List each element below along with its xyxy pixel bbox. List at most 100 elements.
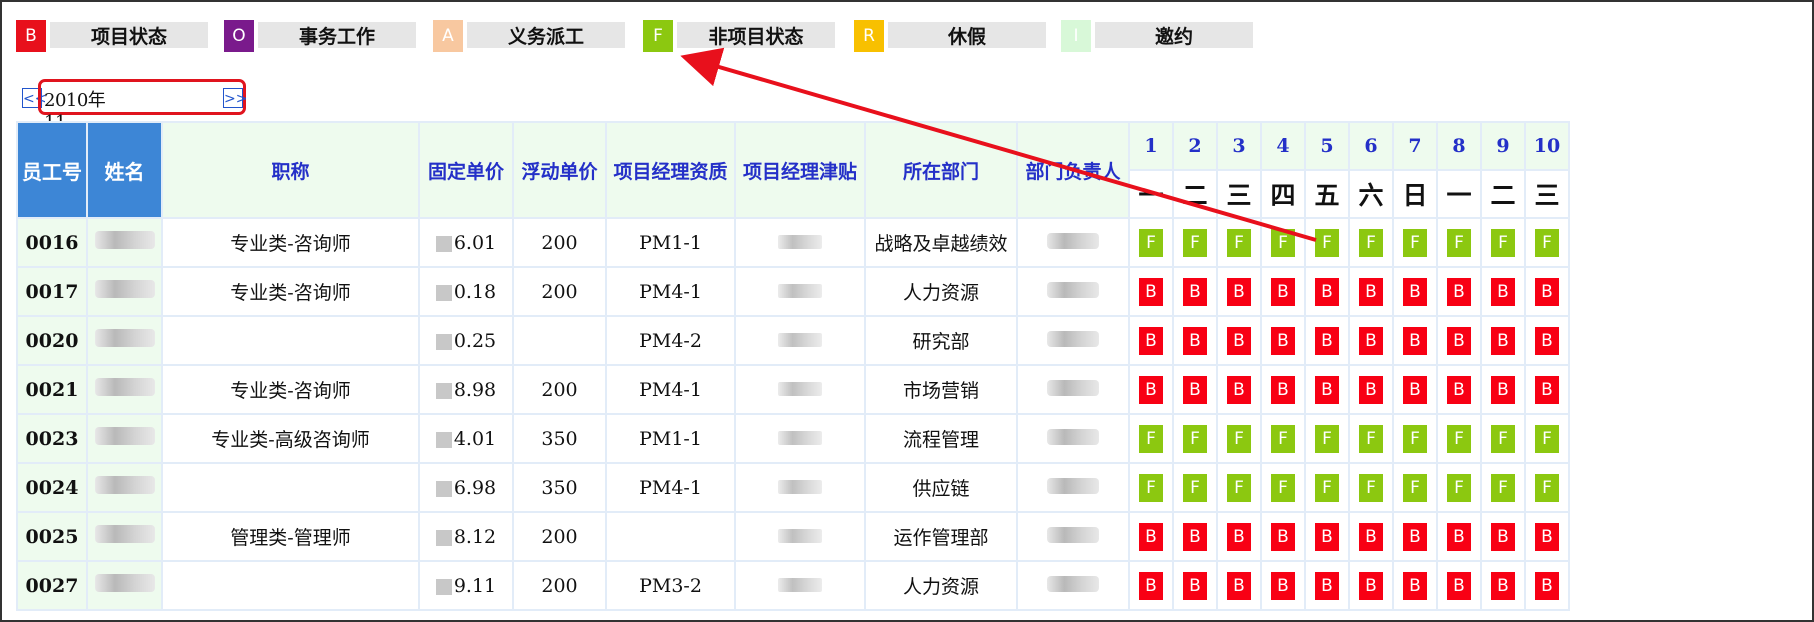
header-dept-head[interactable]: 部门负责人	[1016, 121, 1130, 219]
day-status-cell[interactable]: B	[1348, 511, 1394, 562]
day-status-cell[interactable]: F	[1480, 462, 1526, 513]
status-badge[interactable]: B	[1183, 522, 1207, 551]
day-status-cell[interactable]: F	[1128, 217, 1174, 268]
day-status-cell[interactable]: F	[1260, 462, 1306, 513]
status-badge[interactable]: B	[1535, 571, 1559, 600]
status-badge[interactable]: B	[1359, 522, 1383, 551]
day-status-cell[interactable]: B	[1304, 315, 1350, 366]
status-badge[interactable]: B	[1535, 522, 1559, 551]
day-status-cell[interactable]: F	[1392, 462, 1438, 513]
day-status-cell[interactable]: B	[1524, 266, 1570, 317]
status-badge[interactable]: F	[1403, 228, 1427, 257]
day-status-cell[interactable]: F	[1524, 413, 1570, 464]
day-status-cell[interactable]: B	[1260, 266, 1306, 317]
day-status-cell[interactable]: F	[1480, 217, 1526, 268]
next-month-button[interactable]: >>	[223, 88, 247, 108]
status-badge[interactable]: B	[1139, 277, 1163, 306]
day-status-cell[interactable]: B	[1348, 315, 1394, 366]
day-status-cell[interactable]: B	[1480, 315, 1526, 366]
day-status-cell[interactable]: F	[1128, 413, 1174, 464]
day-status-cell[interactable]: B	[1172, 560, 1218, 611]
status-badge[interactable]: F	[1491, 473, 1515, 502]
status-badge[interactable]: B	[1359, 326, 1383, 355]
status-badge[interactable]: F	[1227, 228, 1251, 257]
status-badge[interactable]: B	[1183, 277, 1207, 306]
status-badge[interactable]: F	[1315, 424, 1339, 453]
status-badge[interactable]: B	[1227, 277, 1251, 306]
day-status-cell[interactable]: F	[1304, 462, 1350, 513]
day-status-cell[interactable]: B	[1436, 364, 1482, 415]
day-status-cell[interactable]: F	[1348, 462, 1394, 513]
status-badge[interactable]: B	[1227, 522, 1251, 551]
status-badge[interactable]: B	[1491, 522, 1515, 551]
table-row[interactable]: 0020 0.25 PM4-2 研究部 B B B B B B B B B B	[16, 315, 1570, 366]
day-status-cell[interactable]: B	[1172, 266, 1218, 317]
status-badge[interactable]: F	[1271, 424, 1295, 453]
status-badge[interactable]: B	[1403, 522, 1427, 551]
day-status-cell[interactable]: B	[1216, 560, 1262, 611]
table-row[interactable]: 0021 专业类-咨询师 8.98 200 PM4-1 市场营销 B B B B B B B B B B	[16, 364, 1570, 415]
status-badge[interactable]: B	[1403, 571, 1427, 600]
status-badge[interactable]: B	[1271, 571, 1295, 600]
status-badge[interactable]: B	[1139, 326, 1163, 355]
day-status-cell[interactable]: B	[1436, 560, 1482, 611]
day-status-cell[interactable]: B	[1216, 266, 1262, 317]
table-row[interactable]: 0016 专业类-咨询师 6.01 200 PM1-1 战略及卓越绩效 F F F F F F F F F F	[16, 217, 1570, 268]
status-badge[interactable]: B	[1447, 326, 1471, 355]
status-badge[interactable]: F	[1315, 228, 1339, 257]
day-status-cell[interactable]: B	[1480, 511, 1526, 562]
day-status-cell[interactable]: F	[1348, 217, 1394, 268]
status-badge[interactable]: F	[1403, 424, 1427, 453]
day-status-cell[interactable]: B	[1436, 315, 1482, 366]
status-badge[interactable]: F	[1447, 473, 1471, 502]
day-status-cell[interactable]: B	[1260, 511, 1306, 562]
status-badge[interactable]: B	[1491, 375, 1515, 404]
status-badge[interactable]: F	[1535, 228, 1559, 257]
status-badge[interactable]: B	[1535, 326, 1559, 355]
table-row[interactable]: 0025 管理类-管理师 8.12 200 运作管理部 B B B B B B B B B B	[16, 511, 1570, 562]
day-status-cell[interactable]: B	[1348, 560, 1394, 611]
day-status-cell[interactable]: F	[1348, 413, 1394, 464]
status-badge[interactable]: B	[1227, 375, 1251, 404]
day-status-cell[interactable]: B	[1436, 266, 1482, 317]
day-status-cell[interactable]: B	[1128, 511, 1174, 562]
day-status-cell[interactable]: F	[1436, 413, 1482, 464]
day-status-cell[interactable]: B	[1128, 315, 1174, 366]
day-status-cell[interactable]: F	[1260, 217, 1306, 268]
status-badge[interactable]: B	[1271, 375, 1295, 404]
status-badge[interactable]: F	[1315, 473, 1339, 502]
header-name[interactable]: 姓名	[86, 121, 163, 219]
day-status-cell[interactable]: B	[1348, 364, 1394, 415]
day-status-cell[interactable]: B	[1216, 364, 1262, 415]
status-badge[interactable]: B	[1271, 522, 1295, 551]
status-badge[interactable]: F	[1491, 424, 1515, 453]
status-badge[interactable]: F	[1183, 228, 1207, 257]
header-pm-qualification[interactable]: 项目经理资质	[605, 121, 736, 219]
status-badge[interactable]: F	[1271, 228, 1295, 257]
day-status-cell[interactable]: B	[1436, 511, 1482, 562]
day-status-cell[interactable]: B	[1392, 315, 1438, 366]
status-badge[interactable]: F	[1227, 473, 1251, 502]
day-status-cell[interactable]: B	[1128, 560, 1174, 611]
status-badge[interactable]: B	[1403, 326, 1427, 355]
status-badge[interactable]: B	[1359, 375, 1383, 404]
status-badge[interactable]: B	[1403, 375, 1427, 404]
status-badge[interactable]: B	[1315, 375, 1339, 404]
day-status-cell[interactable]: B	[1172, 364, 1218, 415]
status-badge[interactable]: B	[1447, 522, 1471, 551]
status-badge[interactable]: B	[1315, 326, 1339, 355]
status-badge[interactable]: B	[1491, 326, 1515, 355]
day-status-cell[interactable]: B	[1524, 315, 1570, 366]
table-row[interactable]: 0027 9.11 200 PM3-2 人力资源 B B B B B B B B B B	[16, 560, 1570, 611]
status-badge[interactable]: B	[1491, 277, 1515, 306]
table-row[interactable]: 0017 专业类-咨询师 0.18 200 PM4-1 人力资源 B B B B B B B B B B	[16, 266, 1570, 317]
day-status-cell[interactable]: F	[1480, 413, 1526, 464]
day-status-cell[interactable]: B	[1480, 266, 1526, 317]
status-badge[interactable]: B	[1491, 571, 1515, 600]
day-status-cell[interactable]: F	[1172, 462, 1218, 513]
day-status-cell[interactable]: B	[1348, 266, 1394, 317]
day-status-cell[interactable]: B	[1172, 511, 1218, 562]
status-badge[interactable]: B	[1183, 326, 1207, 355]
status-badge[interactable]: F	[1183, 473, 1207, 502]
day-status-cell[interactable]: B	[1304, 364, 1350, 415]
